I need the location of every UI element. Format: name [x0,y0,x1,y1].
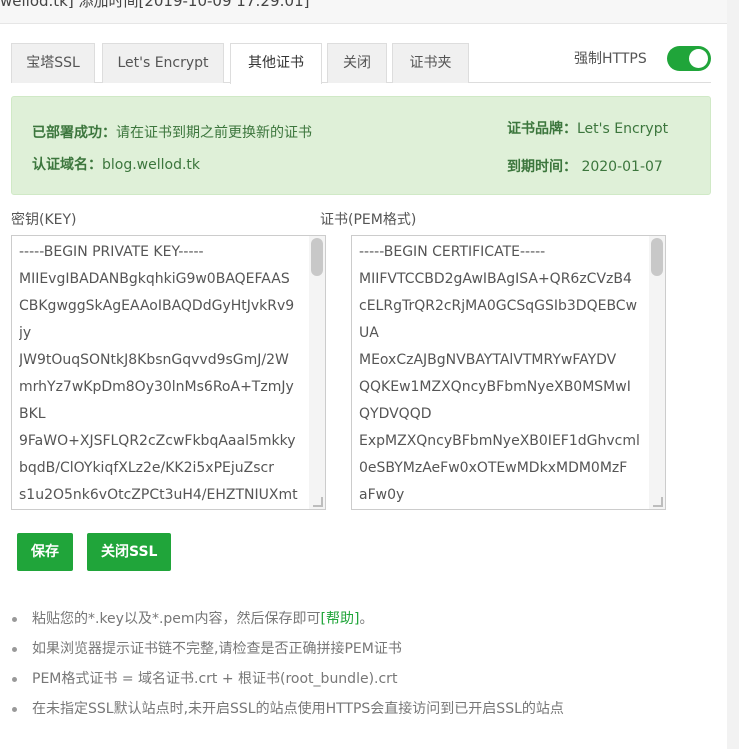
bullet-icon [12,707,17,712]
brand-label: 证书品牌： [507,121,577,137]
key-label: 密钥(KEY) [11,212,77,228]
key-textarea[interactable]: -----BEGIN PRIVATE KEY----- MIIEvgIBADAN… [11,235,326,510]
tips-list: 粘贴您的*.key以及*.pem内容，然后保存即可[帮助]。 如果浏览器提示证书… [12,606,712,726]
tip-3-text: PEM格式证书 = 域名证书.crt + 根证书(root_bundle).cr… [32,671,398,687]
list-item: 在未指定SSL默认站点时,未开启SSL的站点使用HTTPS会直接访问到已开启SS… [12,696,712,726]
brand-row: 证书品牌：Let's Encrypt [507,118,668,138]
tab-cert-folder[interactable]: 证书夹 [392,43,469,83]
key-scrollbar[interactable] [309,236,325,509]
key-line: mrhYz7wKpDm8Oy30lnMs6RoA+TzmJy [19,379,294,395]
key-line: bqdB/ClOYkiqfXLz2e/KK2i5xPEjuZscr [19,460,274,476]
key-line: jy [19,325,32,341]
cert-line: QYDVQQD [359,406,432,422]
key-line: 9FaWO+XJSFLQR2cZcwFkbqAaal5mkky [19,433,296,449]
expiry-label: 到期时间： [507,159,577,175]
key-line: CBKgwggSkAgEAAoIBAQDdGyHtJvkRv9 [19,298,295,314]
domain-label: 认证域名： [32,157,102,173]
list-item: PEM格式证书 = 域名证书.crt + 根证书(root_bundle).cr… [12,666,712,696]
cert-line: MIIFVTCCBD2gAwIBAgISA+QR6zCVzB4 [359,271,632,287]
key-line: -----BEGIN PRIVATE KEY----- [19,244,204,260]
save-button[interactable]: 保存 [17,533,73,571]
cert-scroll-thumb[interactable] [651,238,663,276]
list-item: 如果浏览器提示证书链不完整,请检查是否正确拼接PEM证书 [12,636,712,666]
brand-value: Let's Encrypt [577,121,669,137]
bullet-icon [12,617,17,622]
key-scroll-thumb[interactable] [311,238,323,276]
close-ssl-button[interactable]: 关闭SSL [87,533,172,571]
cert-line: UA [359,325,379,341]
list-item: 粘贴您的*.key以及*.pem内容，然后保存即可[帮助]。 [12,606,712,636]
cert-label: 证书(PEM格式) [320,212,417,228]
cert-line: MEoxCzAJBgNVBAYTAlVTMRYwFAYDV [359,352,617,368]
tab-lets-encrypt[interactable]: Let's Encrypt [102,43,224,83]
cert-line: 0eSBYMzAeFw0xOTEwMDkxMDM0MzF [359,460,628,476]
cert-line: cELRgTrQR2cRjMA0GCSqGSIb3DQEBCw [359,298,638,314]
cert-scrollbar[interactable] [649,236,665,509]
deployed-label: 已部署成功： [32,125,116,141]
key-line: BKL [19,406,46,422]
cert-textarea[interactable]: -----BEGIN CERTIFICATE----- MIIFVTCCBD2g… [351,235,666,510]
tip-2-text: 如果浏览器提示证书链不完整,请检查是否正确拼接PEM证书 [32,641,402,657]
cert-line: ExpMZXQncyBFbmNyeXB0IEF1dGhvcml [359,433,640,449]
expiry-value: 2020-01-07 [581,159,663,175]
expiry-row: 到期时间： 2020-01-07 [507,156,663,176]
cert-line: aFw0y [359,487,405,503]
cert-status-panel: 已部署成功：请在证书到期之前更换新的证书 认证域名：blog.wellod.tk… [11,96,711,195]
deployed-row: 已部署成功：请在证书到期之前更换新的证书 [32,122,312,142]
key-line: s1u2O5nk6vOtcZPCt3uH4/EHZTNIUXmt [19,487,298,503]
key-line: MIIEvgIBADANBgkqhkiG9w0BAQEFAAS [19,271,290,287]
force-https-toggle[interactable] [667,46,711,71]
tip-4-text: 在未指定SSL默认站点时,未开启SSL的站点使用HTTPS会直接访问到已开启SS… [32,701,564,717]
cert-line: -----BEGIN CERTIFICATE----- [359,244,546,260]
dialog-right-edge [727,0,739,749]
force-https-label: 强制HTTPS [574,51,647,67]
domain-row: 认证域名：blog.wellod.tk [32,154,200,174]
toggle-knob [689,49,708,68]
cert-resize-handle[interactable] [653,497,663,507]
key-line: JW9tOuqSONtkJ8KbsnGqvvd9sGmJ/2W [19,352,289,368]
dialog-title-strip: wellod.tk] 添加时间[2019-10-09 17:29:01] [0,0,739,24]
cert-line: QQKEw1MZXQncyBFbmNyeXB0MSMwI [359,379,631,395]
deployed-text: 请在证书到期之前更换新的证书 [116,125,312,141]
help-link[interactable]: [帮助] [321,611,360,627]
tab-other-cert[interactable]: 其他证书 [230,43,322,84]
key-resize-handle[interactable] [313,497,323,507]
bullet-icon [12,677,17,682]
dialog-title-text: wellod.tk] 添加时间[2019-10-09 17:29:01] [0,0,310,10]
domain-value: blog.wellod.tk [102,157,201,173]
tab-close[interactable]: 关闭 [327,43,387,83]
tab-baota-ssl[interactable]: 宝塔SSL [11,43,95,83]
tip-1-text: 粘贴您的*.key以及*.pem内容，然后保存即可 [32,611,321,627]
bullet-icon [12,647,17,652]
tip-1-end: 。 [359,611,374,627]
